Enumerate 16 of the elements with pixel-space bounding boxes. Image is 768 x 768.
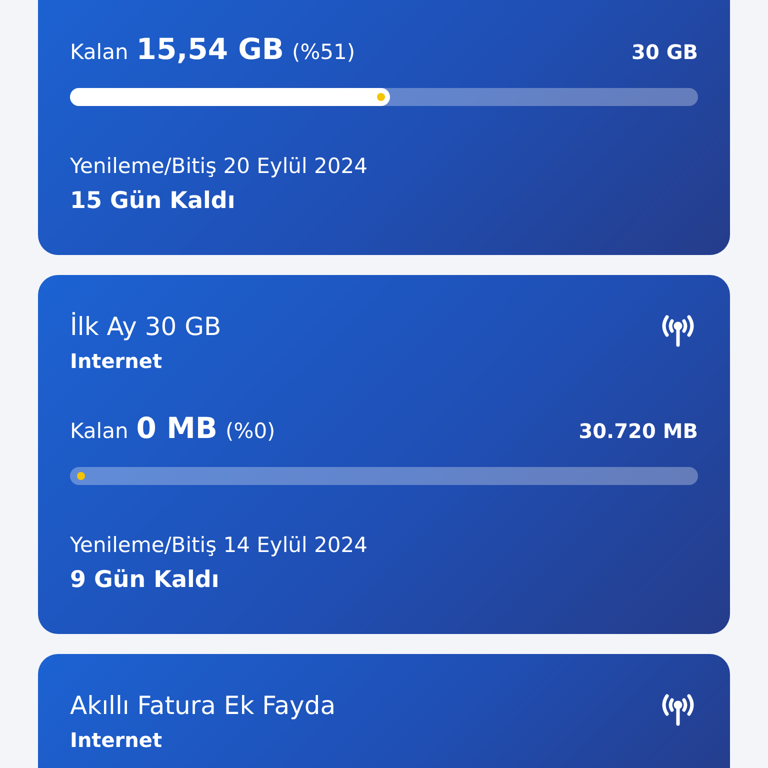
renewal-date: Yenileme/Bitiş 20 Eylül 2024 bbox=[70, 154, 368, 178]
package-type: Internet bbox=[70, 349, 164, 373]
remaining-amount: 0 MB bbox=[136, 411, 218, 445]
remaining-label: Kalan bbox=[70, 40, 128, 64]
package-title: Akıllı Fatura Ek Fayda bbox=[70, 690, 336, 722]
total-amount: 30.720 MB bbox=[578, 419, 698, 443]
remaining-percent: (%51) bbox=[292, 40, 356, 64]
remaining-label: Kalan bbox=[70, 419, 128, 443]
days-left: 15 Gün Kaldı bbox=[70, 188, 236, 214]
package-type: Internet bbox=[70, 728, 164, 752]
renewal-date: Yenileme/Bitiş 14 Eylül 2024 bbox=[70, 533, 368, 557]
total-amount: 30 GB bbox=[632, 40, 698, 64]
remaining-percent: (%0) bbox=[226, 419, 276, 443]
remaining-amount: 15,54 GB bbox=[136, 32, 284, 66]
package-title: İlk Ay 30 GB bbox=[70, 311, 222, 343]
days-left: 9 Gün Kaldı bbox=[70, 567, 220, 593]
